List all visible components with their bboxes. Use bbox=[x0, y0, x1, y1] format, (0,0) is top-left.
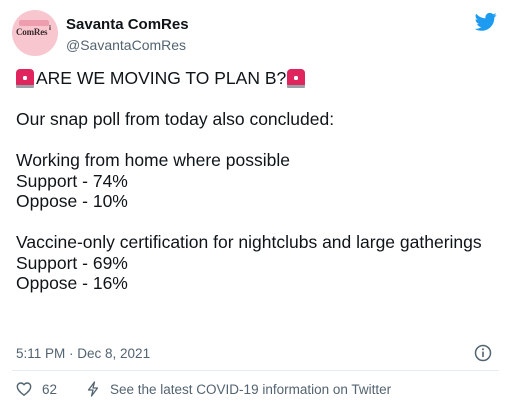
heart-icon bbox=[16, 382, 32, 396]
tweet-actions: 62 See the latest COVID-19 information o… bbox=[16, 381, 496, 401]
like-button[interactable]: 62 bbox=[16, 381, 57, 397]
avatar-logo-dot: i bbox=[49, 24, 51, 32]
tweet-meta: 5:11 PM · Dec 8, 2021 bbox=[16, 344, 496, 364]
info-icon[interactable] bbox=[474, 344, 492, 362]
tweet-headline-line: ARE WE MOVING TO PLAN B? bbox=[16, 68, 496, 89]
rotating-light-icon bbox=[287, 69, 306, 88]
tweet-text: ARE WE MOVING TO PLAN B? Our snap poll f… bbox=[16, 68, 496, 294]
divider bbox=[12, 370, 499, 371]
tweet-intro: Our snap poll from today also concluded: bbox=[16, 109, 335, 129]
avatar-logo-text: ComRes bbox=[16, 27, 48, 37]
user-handle[interactable]: @SavantaComRes bbox=[66, 37, 186, 53]
poll-vaccine-support: Support - 69% bbox=[16, 252, 128, 273]
poll-vaccine-oppose: Oppose - 16% bbox=[16, 273, 128, 293]
tweet-headline: ARE WE MOVING TO PLAN B? bbox=[36, 68, 287, 88]
poll-wfh-support: Support - 74% bbox=[16, 170, 128, 191]
display-name[interactable]: Savanta ComRes bbox=[66, 16, 189, 33]
poll-wfh-oppose: Oppose - 10% bbox=[16, 191, 128, 211]
bolt-icon bbox=[87, 381, 99, 397]
avatar[interactable]: ComRes i bbox=[12, 10, 58, 56]
tweet-timestamp[interactable]: 5:11 PM · Dec 8, 2021 bbox=[16, 346, 150, 361]
like-count: 62 bbox=[42, 381, 58, 397]
tweet-card: ComRes i Savanta ComRes @SavantaComRes A… bbox=[0, 0, 511, 408]
avatar-logo-mark bbox=[19, 20, 49, 26]
twitter-bird-icon[interactable] bbox=[475, 12, 497, 32]
covid-info-link[interactable]: See the latest COVID-19 information on T… bbox=[86, 381, 391, 397]
rotating-light-icon bbox=[16, 69, 34, 88]
covid-info-text: See the latest COVID-19 information on T… bbox=[110, 381, 392, 397]
tweet-header: ComRes i Savanta ComRes @SavantaComRes bbox=[12, 10, 499, 58]
poll-topic-wfh: Working from home where possible bbox=[16, 150, 290, 170]
poll-topic-vaccine: Vaccine-only certification for nightclub… bbox=[16, 232, 482, 252]
